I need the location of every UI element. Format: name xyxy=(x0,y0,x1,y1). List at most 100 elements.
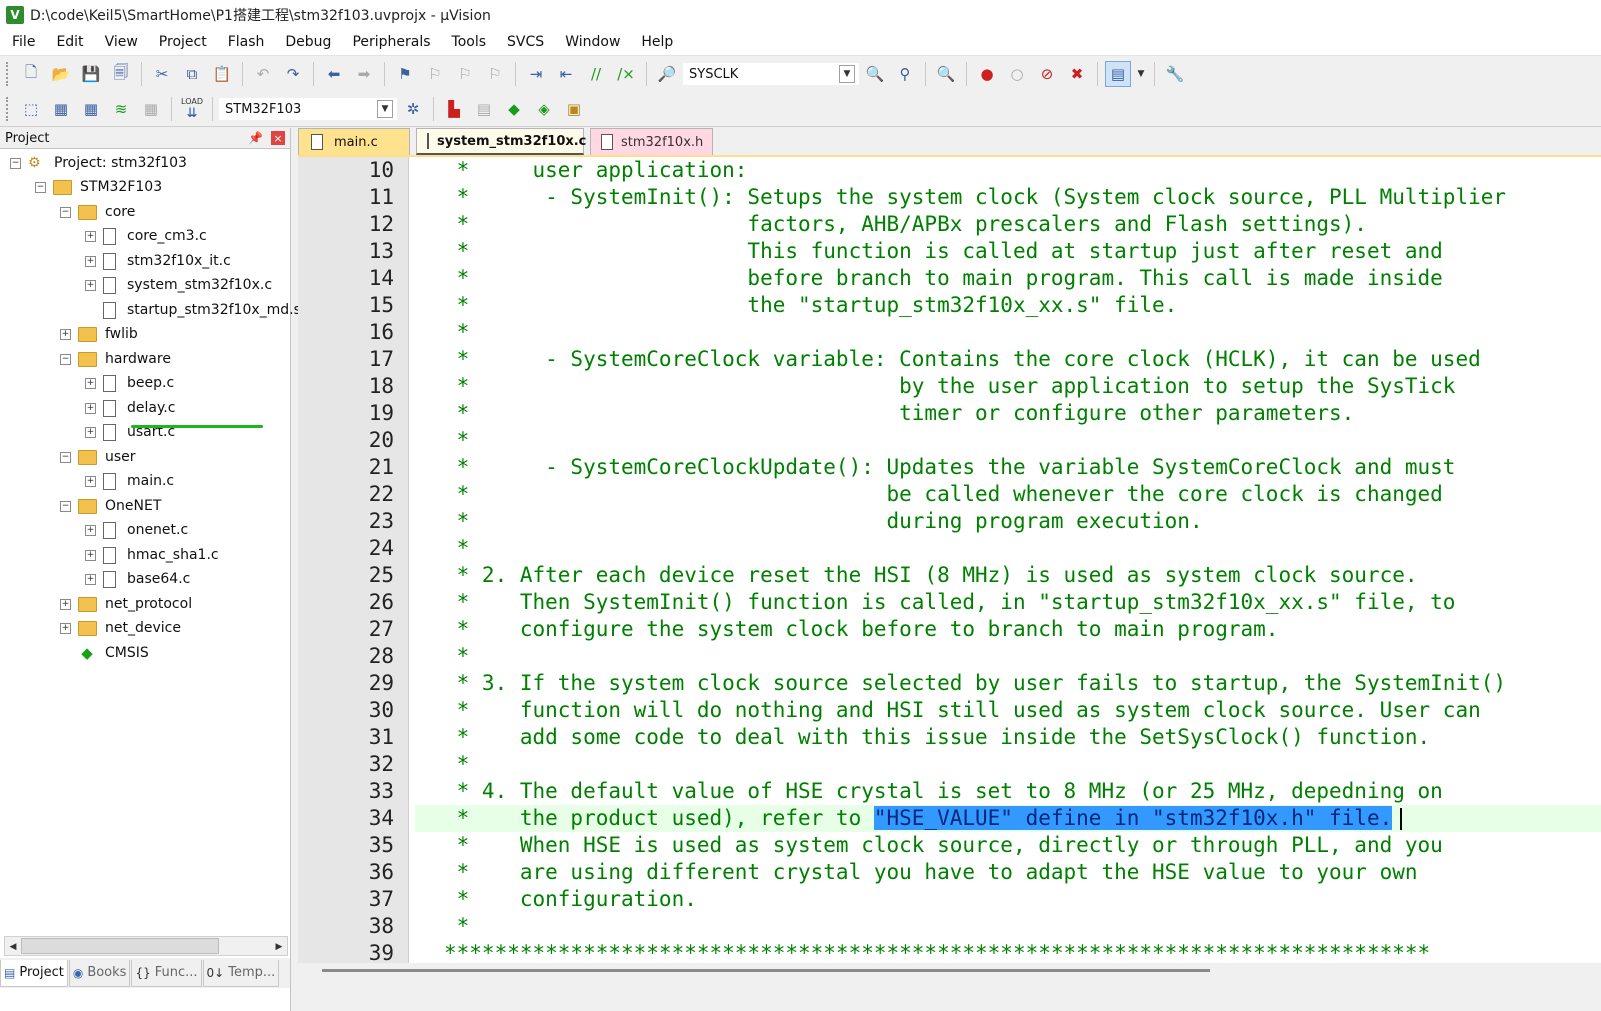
menu-edit[interactable]: Edit xyxy=(47,29,92,55)
paste-icon[interactable]: 📋 xyxy=(209,61,235,87)
code-text[interactable]: * before branch to main program. This ca… xyxy=(444,265,1443,292)
find-in-files-icon[interactable]: 🔎 xyxy=(654,61,680,87)
chevron-down-icon[interactable]: ▼ xyxy=(1135,61,1147,87)
debug-session-icon[interactable]: 🔍 xyxy=(933,61,959,87)
tree-file-system-stm32[interactable]: + system_stm32f10x.c xyxy=(85,274,272,296)
code-text[interactable]: * xyxy=(444,751,470,778)
project-tree-horizontal-scrollbar[interactable]: ◀ ▶ xyxy=(4,936,288,956)
code-line[interactable]: 34 * the product used), refer to "HSE_VA… xyxy=(369,805,1601,832)
expand-icon[interactable]: + xyxy=(60,598,71,610)
menu-flash[interactable]: Flash xyxy=(219,29,274,55)
selected-text[interactable]: "HSE_VALUE" define in "stm32f10x.h" file… xyxy=(873,806,1393,830)
target-options-icon[interactable]: ✲ xyxy=(400,96,426,122)
menu-peripherals[interactable]: Peripherals xyxy=(343,29,439,55)
expand-icon[interactable]: + xyxy=(85,426,96,438)
stop-build-icon[interactable]: ▦ xyxy=(138,96,164,122)
code-line[interactable]: 21 * - SystemCoreClockUpdate(): Updates … xyxy=(298,454,1601,481)
tree-file-stm32-it[interactable]: + stm32f10x_it.c xyxy=(85,250,231,272)
translate-icon[interactable]: ⬚ xyxy=(18,96,44,122)
tree-group-user[interactable]: − user xyxy=(60,446,136,468)
code-editor[interactable]: 10 * user application: 11 * - SystemInit(… xyxy=(298,157,1601,963)
tab-project[interactable]: ▤ Project xyxy=(0,959,68,987)
tab-templates[interactable]: 0↓ Temp... xyxy=(202,959,280,987)
code-line[interactable]: 12 * factors, AHB/APBx prescalers and Fl… xyxy=(298,211,1601,238)
code-line[interactable]: 22 * be called whenever the core clock i… xyxy=(298,481,1601,508)
code-text[interactable]: * the "startup_stm32f10x_xx.s" file. xyxy=(444,292,1178,319)
editor-horizontal-scrollbar[interactable] xyxy=(298,963,1601,979)
code-text[interactable]: * - SystemInit(): Setups the system cloc… xyxy=(444,184,1506,211)
menu-project[interactable]: Project xyxy=(150,29,216,55)
expand-icon[interactable]: + xyxy=(60,622,71,634)
bookmark-toggle-icon[interactable]: ⚑ xyxy=(392,61,418,87)
tab-stm32f10x-h[interactable]: stm32f10x.h xyxy=(590,128,713,155)
rebuild-icon[interactable]: ▦ xyxy=(78,96,104,122)
pin-icon[interactable]: 📌 xyxy=(248,131,263,145)
code-text[interactable]: * configure the system clock before to b… xyxy=(444,616,1279,643)
redo-icon[interactable]: ↷ xyxy=(280,61,306,87)
enable-breakpoint-icon[interactable]: ○ xyxy=(1004,61,1030,87)
code-text[interactable]: * user application: xyxy=(444,157,748,184)
code-text[interactable]: * When HSE is used as system clock sourc… xyxy=(444,832,1443,859)
code-text[interactable]: * Then SystemInit() function is called, … xyxy=(444,589,1456,616)
code-line[interactable]: 39 **************************************… xyxy=(298,940,1601,963)
code-text[interactable]: * - SystemCoreClockUpdate(): Updates the… xyxy=(444,454,1456,481)
code-text[interactable]: * configuration. xyxy=(444,886,697,913)
tab-books[interactable]: ◉ Books xyxy=(68,959,131,987)
code-text[interactable]: * function will do nothing and HSI still… xyxy=(444,697,1481,724)
code-line[interactable]: 33 * 4. The default value of HSE crystal… xyxy=(298,778,1601,805)
code-line[interactable]: 10 * user application: xyxy=(298,157,1601,184)
uncomment-icon[interactable]: /× xyxy=(613,61,639,87)
code-line[interactable]: 26 * Then SystemInit() function is calle… xyxy=(298,589,1601,616)
toolbar-grip[interactable] xyxy=(6,62,11,86)
tree-file-startup[interactable]: startup_stm32f10x_md.s xyxy=(85,299,301,321)
code-text[interactable]: * add some code to deal with this issue … xyxy=(444,724,1431,751)
close-icon[interactable]: × xyxy=(271,131,285,145)
scroll-thumb[interactable] xyxy=(322,969,1210,972)
code-line[interactable]: 28 * xyxy=(298,643,1601,670)
toolbar-grip[interactable] xyxy=(6,97,11,121)
select-packs-icon[interactable]: ▤ xyxy=(471,96,497,122)
code-line[interactable]: 31 * add some code to deal with this iss… xyxy=(298,724,1601,751)
menu-file[interactable]: File xyxy=(3,29,44,55)
undo-icon[interactable]: ↶ xyxy=(250,61,276,87)
incremental-find-icon[interactable]: ⚲ xyxy=(892,61,918,87)
code-line[interactable]: 27 * configure the system clock before t… xyxy=(298,616,1601,643)
code-text[interactable]: ****************************************… xyxy=(444,940,1430,963)
scroll-left-icon[interactable]: ◀ xyxy=(5,938,21,954)
navigate-back-icon[interactable]: ⬅ xyxy=(321,61,347,87)
code-text[interactable]: * xyxy=(444,535,470,562)
code-line[interactable]: 29 * 3. If the system clock source selec… xyxy=(298,670,1601,697)
pack-installer-icon[interactable]: ◈ xyxy=(531,96,557,122)
tree-file-main[interactable]: + main.c xyxy=(85,470,174,492)
tree-file-hmac[interactable]: + hmac_sha1.c xyxy=(85,544,219,566)
code-text[interactable]: * be called whenever the core clock is c… xyxy=(444,481,1443,508)
unindent-icon[interactable]: ⇤ xyxy=(553,61,579,87)
code-line[interactable]: 20 * xyxy=(298,427,1601,454)
open-folder-icon[interactable]: 📂 xyxy=(48,61,74,87)
menu-view[interactable]: View xyxy=(96,29,147,55)
scroll-right-icon[interactable]: ▶ xyxy=(271,938,287,954)
batch-build-icon[interactable]: ≋ xyxy=(108,96,134,122)
navigate-forward-icon[interactable]: ➡ xyxy=(351,61,377,87)
tab-main-c[interactable]: main.c xyxy=(298,128,410,155)
tree-group-core[interactable]: − core xyxy=(60,201,135,223)
code-line[interactable]: 11 * - SystemInit(): Setups the system c… xyxy=(298,184,1601,211)
code-text[interactable]: * xyxy=(444,643,470,670)
code-text[interactable]: * during program execution. xyxy=(444,508,1203,535)
code-line[interactable]: 30 * function will do nothing and HSI st… xyxy=(298,697,1601,724)
tab-functions[interactable]: {} Func... xyxy=(131,959,202,987)
code-text[interactable]: * factors, AHB/APBx prescalers and Flash… xyxy=(444,211,1367,238)
code-line[interactable]: 13 * This function is called at startup … xyxy=(298,238,1601,265)
code-text[interactable]: * 3. If the system clock source selected… xyxy=(444,670,1506,697)
download-load-icon[interactable]: LOAD ⇊ xyxy=(179,96,205,122)
code-line[interactable]: 14 * before branch to main program. This… xyxy=(298,265,1601,292)
menu-debug[interactable]: Debug xyxy=(276,29,340,55)
save-all-icon[interactable]: 🗐 xyxy=(108,61,134,87)
scroll-thumb[interactable] xyxy=(21,938,219,954)
kill-breakpoints-icon[interactable]: ✖ xyxy=(1064,61,1090,87)
code-text[interactable]: * xyxy=(444,427,470,454)
manage-run-time-environment-icon[interactable]: ◆ xyxy=(501,96,527,122)
tree-target-node[interactable]: − STM32F103 xyxy=(35,176,162,198)
code-text[interactable]: * the product used), refer to "HSE_VALUE… xyxy=(444,805,1403,832)
expand-icon[interactable]: + xyxy=(85,279,96,291)
